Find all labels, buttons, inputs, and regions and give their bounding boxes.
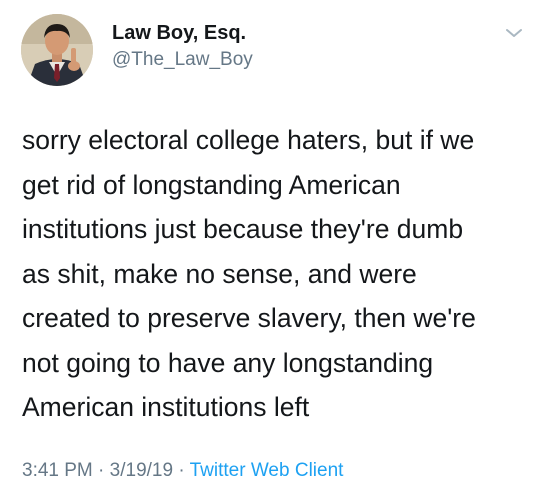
tweet-source-link[interactable]: Twitter Web Client	[190, 460, 344, 481]
chevron-down-icon[interactable]	[503, 25, 525, 41]
author-handle[interactable]: @The_Law_Boy	[112, 49, 253, 71]
tweet-text-line: as shit, make no sense, and were	[22, 258, 417, 289]
tweet-text-line: created to preserve slavery, then we're	[22, 303, 476, 333]
tweet-time[interactable]: 3:41 PM	[22, 460, 93, 481]
tweet-date[interactable]: 3/19/19	[110, 460, 173, 481]
meta-separator: ·	[98, 460, 105, 481]
tweet-text-line: sorry electoral college haters, but if w…	[22, 125, 475, 155]
tweet-text-line: American institutions left	[22, 392, 310, 422]
tweet-card: Law Boy, Esq. @The_Law_Boy sorry elector…	[0, 0, 543, 500]
avatar-image	[21, 14, 93, 86]
tweet-text-line: get rid of longstanding American	[22, 169, 401, 200]
author-display-name[interactable]: Law Boy, Esq.	[112, 22, 246, 45]
avatar[interactable]	[21, 14, 93, 86]
tweet-text: sorry electoral college haters, but if w…	[22, 118, 527, 430]
tweet-text-line: institutions just because they're dumb	[22, 214, 464, 244]
tweet-metadata: 3:41 PM · 3/19/19 · Twitter Web Client	[22, 460, 343, 482]
tweet-text-line: not going to have any longstanding	[22, 347, 434, 378]
meta-separator: ·	[178, 460, 185, 481]
